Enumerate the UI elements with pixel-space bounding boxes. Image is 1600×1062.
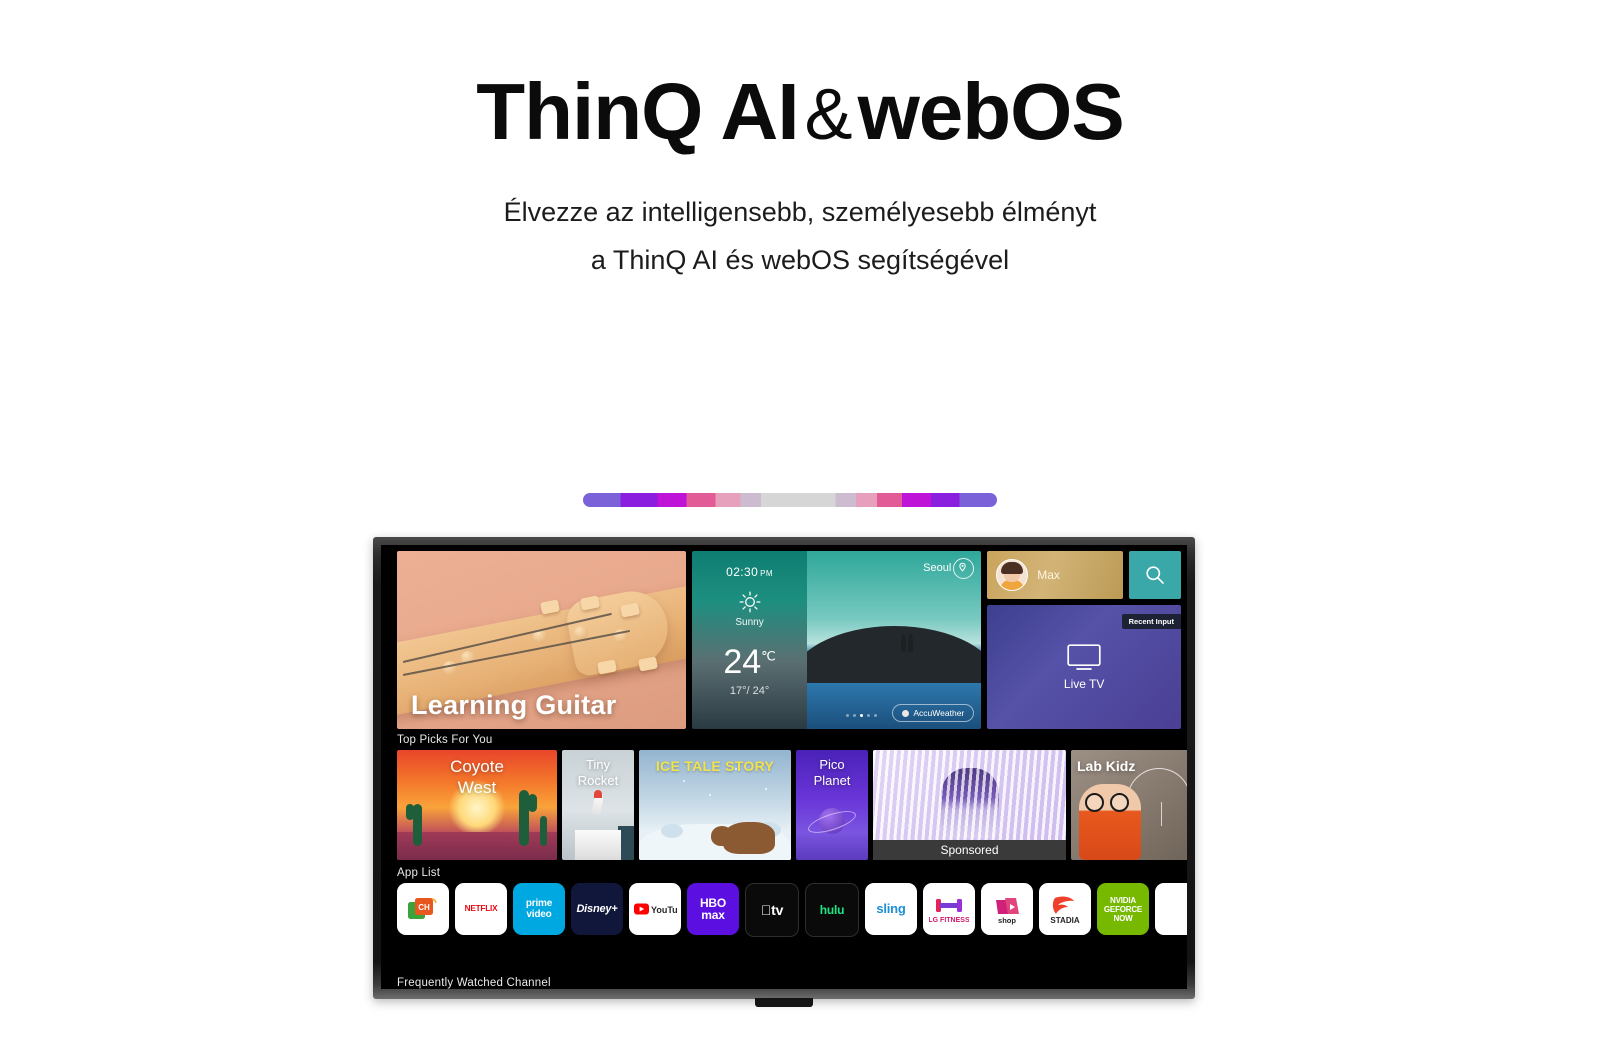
tile-title: Learning Guitar [411, 690, 617, 720]
location-pin-icon[interactable] [953, 558, 975, 579]
page-subtitle: Élvezze az intelligensebb, személyesebb … [0, 188, 1600, 284]
title-webos: webOS [857, 67, 1125, 156]
weather-temperature: 24℃ [723, 643, 776, 681]
tile-learning-guitar[interactable]: Learning Guitar [397, 551, 686, 729]
svg-text:CH: CH [418, 903, 430, 912]
app-icon-apple-tv[interactable]: tv [745, 883, 799, 937]
weather-pagination[interactable] [845, 714, 877, 717]
tile-weather-widget[interactable]: 02:30 PM Sunny 24℃ 17°/ 24° Seoul AccuWe… [691, 551, 982, 729]
app-icon-shoptime[interactable]: shop [981, 883, 1033, 935]
home-right-column: Max Live TV Recent Input [987, 551, 1181, 729]
page-title: ThinQ AI&webOS [0, 72, 1600, 152]
accuweather-label: AccuWeather [913, 708, 965, 718]
tv-screen: Learning Guitar 02:30 PM Sunny 24℃ 17°/ … [381, 545, 1187, 989]
tv-monitor-icon [1067, 643, 1101, 671]
color-gradient-bar [583, 493, 997, 507]
section-title-frequently-watched: Frequently Watched Channel [397, 977, 551, 989]
home-hero-row: Learning Guitar 02:30 PM Sunny 24℃ 17°/ … [397, 551, 1181, 729]
section-title-app-list: App List [397, 867, 441, 879]
app-icon-sling[interactable]: sling [865, 883, 917, 935]
svg-text:shop: shop [998, 916, 1016, 925]
app-icon-more[interactable] [1155, 883, 1187, 935]
pick-lab-kidz[interactable]: Lab Kidz [1071, 750, 1187, 860]
tv-device: Learning Guitar 02:30 PM Sunny 24℃ 17°/ … [373, 537, 1195, 1007]
app-icon-lg-channels[interactable]: CH [397, 883, 449, 935]
svg-text:YouTube: YouTube [651, 905, 677, 915]
search-button[interactable] [1129, 551, 1181, 599]
weather-range: 17°/ 24° [729, 685, 770, 697]
pick-title: Pico Planet [813, 757, 851, 788]
pick-sponsored[interactable]: Sponsored [873, 750, 1066, 860]
top-picks-row: Coyote West Tiny Rocket ICE TALE STORY P… [397, 750, 1187, 860]
pick-title: ICE TALE STORY [655, 758, 775, 774]
weather-condition: Sunny [735, 617, 764, 628]
search-icon [1144, 564, 1166, 586]
app-icon-hbo-max[interactable]: HBO max [687, 883, 739, 935]
app-label: NETFLIX [464, 904, 498, 913]
pick-title: Tiny Rocket [577, 757, 619, 788]
svg-text:LG FITNESS: LG FITNESS [929, 917, 969, 924]
app-icon-disney-plus[interactable]: Disney+ [571, 883, 623, 935]
pick-coyote-west[interactable]: Coyote West [397, 750, 557, 860]
section-title-top-picks: Top Picks For You [397, 734, 493, 746]
profile-tile[interactable]: Max [987, 551, 1123, 599]
app-icon-hulu[interactable]: hulu [805, 883, 859, 937]
subtitle-line-2: a ThinQ AI és webOS segítségével [590, 245, 1010, 275]
title-ampersand: & [804, 75, 853, 155]
recent-input-badge: Recent Input [1121, 614, 1181, 629]
app-label: hulu [819, 903, 845, 917]
app-icon-geforce-now[interactable]: NVIDIA GEFORCE NOW [1097, 883, 1149, 935]
app-icon-youtube[interactable]: YouTube [629, 883, 681, 935]
weather-summary-panel: 02:30 PM Sunny 24℃ 17°/ 24° [691, 551, 808, 729]
weather-time: 02:30 PM [726, 565, 773, 579]
tv-stand [755, 998, 813, 1007]
pick-ice-tale-story[interactable]: ICE TALE STORY [639, 750, 791, 860]
svg-text:STADIA: STADIA [1050, 916, 1079, 925]
app-icon-prime-video[interactable]: prime video [513, 883, 565, 935]
pick-title: Lab Kidz [1077, 758, 1136, 774]
app-icon-lg-fitness[interactable]: LG FITNESS [923, 883, 975, 935]
accuweather-badge: AccuWeather [892, 704, 975, 722]
weather-city: Seoul [923, 562, 952, 574]
profile-name: Max [1037, 568, 1060, 582]
app-icon-netflix[interactable]: NETFLIX [455, 883, 507, 935]
title-thinq: ThinQ AI [476, 67, 799, 156]
app-label: NVIDIA GEFORCE NOW [1103, 895, 1143, 923]
app-label: Disney+ [576, 903, 618, 915]
subtitle-line-1: Élvezze az intelligensebb, személyesebb … [503, 197, 1097, 227]
live-tv-label: Live TV [1063, 676, 1105, 691]
sponsored-caption: Sponsored [873, 840, 1066, 860]
home-top-actions: Max [987, 551, 1181, 599]
app-list-row: CH NETFLIX prime video Disney+ YouTu HBO… [397, 883, 1187, 937]
live-tv-tile[interactable]: Live TV Recent Input [987, 605, 1181, 729]
app-icon-stadia[interactable]: STADIA [1039, 883, 1091, 935]
app-label: HBO max [699, 896, 727, 922]
sun-icon [739, 591, 761, 613]
page-root: ThinQ AI&webOS Élvezze az intelligensebb… [0, 0, 1600, 1062]
avatar [996, 559, 1029, 591]
app-label: prime video [525, 898, 553, 920]
pick-title: Coyote West [450, 757, 504, 797]
weather-scenery-panel: Seoul AccuWeather [807, 551, 982, 729]
app-label: sling [876, 901, 906, 916]
pick-tiny-rocket[interactable]: Tiny Rocket [562, 750, 634, 860]
app-label: tv [761, 902, 784, 918]
pick-pico-planet[interactable]: Pico Planet [796, 750, 868, 860]
accuweather-logo-icon [902, 709, 910, 717]
